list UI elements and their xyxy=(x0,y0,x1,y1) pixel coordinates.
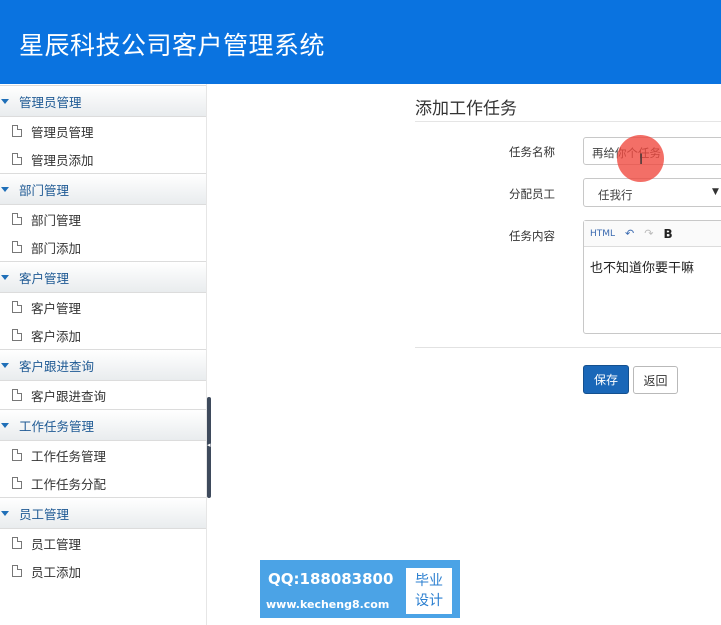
form-divider xyxy=(415,347,721,348)
sidebar-item-customer-manage[interactable]: 客户管理 xyxy=(0,293,206,321)
task-name-label: 任务名称 xyxy=(509,145,555,159)
sidebar-group-followup[interactable]: 客户跟进查询 xyxy=(0,349,206,381)
sidebar-item-label: 部门添加 xyxy=(31,240,82,256)
sidebar-item-admin-manage[interactable]: 管理员管理 xyxy=(0,117,206,145)
sidebar-item-task-manage[interactable]: 工作任务管理 xyxy=(0,441,206,469)
app-title: 星辰科技公司客户管理系统 xyxy=(19,31,326,60)
sidebar-item-customer-add[interactable]: 客户添加 xyxy=(0,321,206,349)
sidebar-item-label: 部门管理 xyxy=(31,212,82,228)
dropdown-arrow-icon: ▼ xyxy=(712,187,719,197)
caret-down-icon xyxy=(1,422,9,428)
app-header: 星辰科技公司客户管理系统 xyxy=(0,0,721,84)
sidebar-group-label: 员工管理 xyxy=(19,506,70,522)
watermark-url: www.kecheng8.com xyxy=(266,598,390,611)
document-icon xyxy=(12,449,22,461)
document-icon xyxy=(12,329,22,341)
sidebar-item-admin-add[interactable]: 管理员添加 xyxy=(0,145,206,173)
sidebar-group-admin[interactable]: 管理员管理 xyxy=(0,85,206,117)
document-icon xyxy=(12,213,22,225)
editor-toolbar: HTML ↶ ↷ B xyxy=(584,221,721,247)
watermark-badge-line2: 设计 xyxy=(415,593,443,609)
back-button[interactable]: 返回 xyxy=(633,366,678,394)
sidebar-item-employee-manage[interactable]: 员工管理 xyxy=(0,529,206,557)
sidebar-item-label: 工作任务分配 xyxy=(31,476,107,492)
document-icon xyxy=(12,153,22,165)
title-divider xyxy=(415,121,721,122)
watermark-badge-line1: 毕业 xyxy=(415,573,443,589)
caret-down-icon xyxy=(1,98,9,104)
sidebar-item-label: 员工管理 xyxy=(31,536,82,552)
document-icon xyxy=(12,537,22,549)
document-icon xyxy=(12,301,22,313)
caret-down-icon xyxy=(1,186,9,192)
editor-content[interactable]: 也不知道你要干嘛 xyxy=(584,247,721,286)
caret-down-icon xyxy=(1,362,9,368)
redo-icon[interactable]: ↷ xyxy=(644,227,653,240)
assign-employee-select[interactable]: 任我行 ▼ xyxy=(583,178,721,207)
page-title: 添加工作任务 xyxy=(415,99,517,119)
document-icon xyxy=(12,389,22,401)
sidebar-group-label: 客户管理 xyxy=(19,270,70,286)
sidebar-item-employee-add[interactable]: 员工添加 xyxy=(0,557,206,585)
sidebar-item-dept-manage[interactable]: 部门管理 xyxy=(0,205,206,233)
task-content-editor[interactable]: HTML ↶ ↷ B 也不知道你要干嘛 xyxy=(583,220,721,334)
caret-down-icon xyxy=(1,510,9,516)
sidebar-group-customer[interactable]: 客户管理 xyxy=(0,261,206,293)
sidebar-group-label: 部门管理 xyxy=(19,182,70,198)
sidebar-item-label: 工作任务管理 xyxy=(31,448,107,464)
sidebar-group-dept[interactable]: 部门管理 xyxy=(0,173,206,205)
html-source-button[interactable]: HTML xyxy=(590,229,615,239)
sidebar: 管理员管理 管理员管理 管理员添加 部门管理 部门管理 部门添加 客户管理 客户… xyxy=(0,84,207,625)
caret-down-icon xyxy=(1,274,9,280)
sidebar-item-task-assign[interactable]: 工作任务分配 xyxy=(0,469,206,497)
document-icon xyxy=(12,125,22,137)
sidebar-item-dept-add[interactable]: 部门添加 xyxy=(0,233,206,261)
undo-icon[interactable]: ↶ xyxy=(625,227,634,240)
document-icon xyxy=(12,565,22,577)
document-icon xyxy=(12,241,22,253)
sidebar-item-label: 客户跟进查询 xyxy=(31,388,107,404)
sidebar-item-label: 客户管理 xyxy=(31,300,82,316)
sidebar-group-label: 客户跟进查询 xyxy=(19,358,95,374)
task-content-label: 任务内容 xyxy=(509,229,555,243)
sidebar-group-task[interactable]: 工作任务管理 xyxy=(0,409,206,441)
watermark: QQ:188083800 www.kecheng8.com 毕业 设计 xyxy=(260,560,460,618)
sidebar-item-label: 管理员添加 xyxy=(31,152,94,168)
assign-employee-value: 任我行 xyxy=(598,188,633,202)
bold-button[interactable]: B xyxy=(663,227,672,241)
sidebar-group-label: 管理员管理 xyxy=(19,94,82,110)
sidebar-item-label: 客户添加 xyxy=(31,328,82,344)
scroll-arrow-icon: ◂ xyxy=(207,441,211,449)
save-button[interactable]: 保存 xyxy=(583,365,629,394)
sidebar-item-followup-query[interactable]: 客户跟进查询 xyxy=(0,381,206,409)
sidebar-item-label: 员工添加 xyxy=(31,564,82,580)
assign-employee-label: 分配员工 xyxy=(509,187,555,201)
watermark-qq: QQ:188083800 xyxy=(268,570,394,588)
sidebar-group-label: 工作任务管理 xyxy=(19,418,95,434)
text-cursor-icon: I xyxy=(639,152,644,168)
watermark-badge: 毕业 设计 xyxy=(406,568,452,614)
document-icon xyxy=(12,477,22,489)
sidebar-group-employee[interactable]: 员工管理 xyxy=(0,497,206,529)
sidebar-item-label: 管理员管理 xyxy=(31,124,94,140)
